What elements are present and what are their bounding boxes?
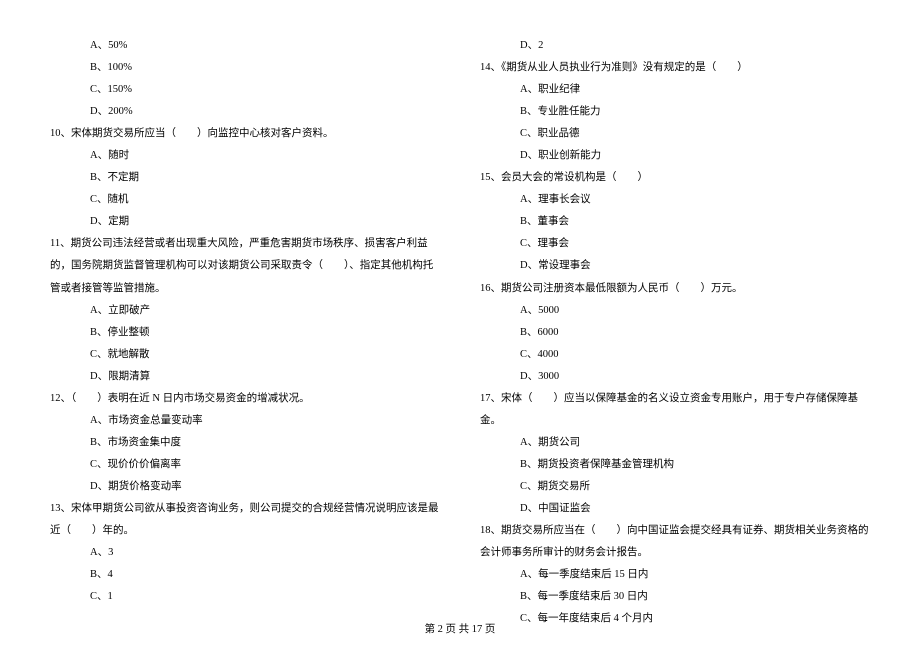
- option-line: A、市场资金总量变动率: [50, 410, 440, 432]
- option-line: B、不定期: [50, 167, 440, 189]
- option-line: B、4: [50, 564, 440, 586]
- page-content: A、50%B、100%C、150%D、200%10、宋体期货交易所应当（ ）向监…: [0, 0, 920, 630]
- option-line: C、现价价价偏离率: [50, 454, 440, 476]
- option-line: A、随时: [50, 145, 440, 167]
- option-line: D、定期: [50, 211, 440, 233]
- option-line: D、限期清算: [50, 366, 440, 388]
- question-line: 18、期货交易所应当在（ ）向中国证监会提交经具有证券、期货相关业务资格的会计师…: [480, 520, 870, 564]
- option-line: A、5000: [480, 300, 870, 322]
- option-line: B、每一季度结束后 30 日内: [480, 586, 870, 608]
- question-line: 14、《期货从业人员执业行为准则》没有规定的是（ ）: [480, 57, 870, 79]
- option-line: B、停业整顿: [50, 322, 440, 344]
- right-column: D、214、《期货从业人员执业行为准则》没有规定的是（ ）A、职业纪律B、专业胜…: [480, 35, 870, 630]
- question-line: 16、期货公司注册资本最低限额为人民币（ ）万元。: [480, 278, 870, 300]
- option-line: C、1: [50, 586, 440, 608]
- option-line: C、150%: [50, 79, 440, 101]
- page-footer: 第 2 页 共 17 页: [0, 621, 920, 636]
- question-line: 13、宋体甲期货公司欲从事投资咨询业务，则公司提交的合规经营情况说明应该是最近（…: [50, 498, 440, 542]
- option-line: C、职业品德: [480, 123, 870, 145]
- option-line: C、期货交易所: [480, 476, 870, 498]
- option-line: B、期货投资者保障基金管理机构: [480, 454, 870, 476]
- option-line: D、期货价格变动率: [50, 476, 440, 498]
- option-line: B、董事会: [480, 211, 870, 233]
- option-line: B、100%: [50, 57, 440, 79]
- left-column: A、50%B、100%C、150%D、200%10、宋体期货交易所应当（ ）向监…: [50, 35, 440, 630]
- option-line: A、理事长会议: [480, 189, 870, 211]
- question-line: 12、（ ）表明在近 N 日内市场交易资金的增减状况。: [50, 388, 440, 410]
- option-line: B、专业胜任能力: [480, 101, 870, 123]
- question-line: 10、宋体期货交易所应当（ ）向监控中心核对客户资料。: [50, 123, 440, 145]
- option-line: A、立即破产: [50, 300, 440, 322]
- option-line: C、随机: [50, 189, 440, 211]
- option-line: A、期货公司: [480, 432, 870, 454]
- option-line: D、2: [480, 35, 870, 57]
- option-line: B、市场资金集中度: [50, 432, 440, 454]
- option-line: A、每一季度结束后 15 日内: [480, 564, 870, 586]
- option-line: B、6000: [480, 322, 870, 344]
- question-line: 11、期货公司违法经营或者出现重大风险，严重危害期货市场秩序、损害客户利益的，国…: [50, 233, 440, 299]
- option-line: A、3: [50, 542, 440, 564]
- option-line: C、4000: [480, 344, 870, 366]
- option-line: A、50%: [50, 35, 440, 57]
- option-line: A、职业纪律: [480, 79, 870, 101]
- option-line: D、3000: [480, 366, 870, 388]
- question-line: 15、会员大会的常设机构是（ ）: [480, 167, 870, 189]
- option-line: D、200%: [50, 101, 440, 123]
- option-line: D、中国证监会: [480, 498, 870, 520]
- option-line: D、常设理事会: [480, 255, 870, 277]
- option-line: C、就地解散: [50, 344, 440, 366]
- option-line: C、理事会: [480, 233, 870, 255]
- option-line: D、职业创新能力: [480, 145, 870, 167]
- question-line: 17、宋体（ ）应当以保障基金的名义设立资金专用账户，用于专户存储保障基金。: [480, 388, 870, 432]
